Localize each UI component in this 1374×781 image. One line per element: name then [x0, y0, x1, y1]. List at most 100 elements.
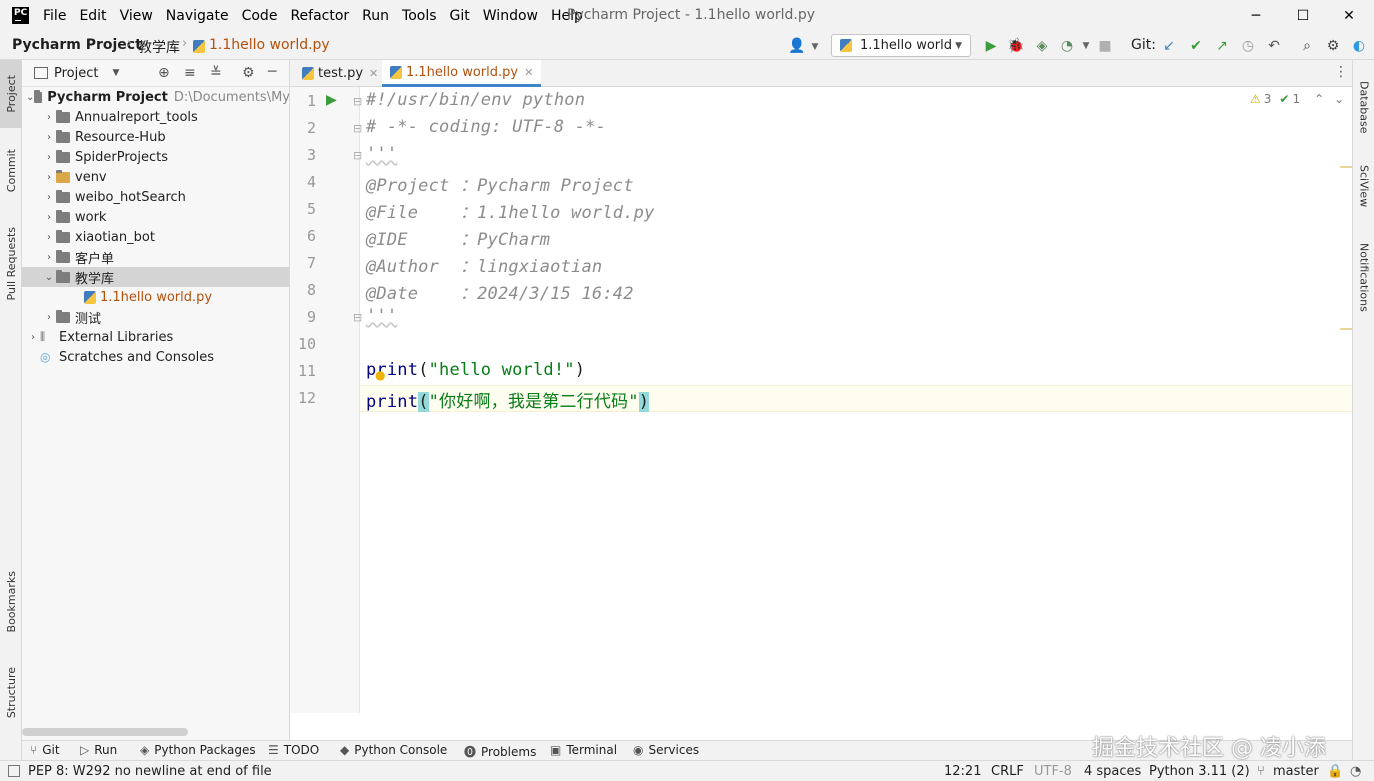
code-line[interactable]: #!/usr/bin/env python: [366, 90, 585, 110]
coverage-icon[interactable]: ◈: [1033, 37, 1051, 55]
chevron-down-icon[interactable]: ▼: [1077, 37, 1095, 55]
tree-root[interactable]: ⌄ Pycharm Project D:\Documents\My: [22, 87, 289, 107]
tool-python-packages[interactable]: ◈ Python Packages: [140, 743, 256, 757]
menu-window[interactable]: Window: [483, 8, 538, 24]
fold-icon[interactable]: ⊟: [353, 95, 362, 108]
menu-navigate[interactable]: Navigate: [166, 8, 229, 24]
profile-icon[interactable]: ◔: [1058, 37, 1076, 55]
status-message[interactable]: PEP 8: W292 no newline at end of file: [28, 764, 272, 779]
gear-icon[interactable]: ⚙: [1324, 37, 1342, 55]
caret-position[interactable]: 12:21: [944, 764, 981, 779]
chevron-right-icon[interactable]: ›: [42, 152, 56, 163]
rollback-icon[interactable]: ↶: [1265, 37, 1283, 55]
breadcrumb-file[interactable]: 1.1hello world.py: [209, 37, 330, 53]
minimize-button[interactable]: ─: [1233, 0, 1279, 31]
more-icon[interactable]: ⋮: [1334, 64, 1348, 80]
git-commit-icon[interactable]: ✔: [1187, 37, 1205, 55]
close-window-button[interactable]: ✕: [1326, 0, 1372, 31]
tool-python-console[interactable]: ◆ Python Console: [340, 743, 447, 757]
git-push-icon[interactable]: ↗: [1213, 37, 1231, 55]
pycharm-logo-icon[interactable]: PC: [12, 7, 29, 24]
chevron-down-icon[interactable]: ⌄: [1334, 92, 1344, 106]
intention-bulb-icon[interactable]: ●: [375, 368, 385, 382]
chevron-right-icon[interactable]: ›: [42, 172, 56, 183]
chevron-right-icon[interactable]: ›: [42, 212, 56, 223]
chevron-right-icon[interactable]: ›: [42, 312, 56, 323]
tree-item-file[interactable]: 1.1hello world.py: [22, 287, 289, 307]
scroll-marker[interactable]: [1340, 166, 1352, 168]
tab-hello-world-py[interactable]: 1.1hello world.py ✕: [382, 60, 542, 87]
tree-item[interactable]: › SpiderProjects: [22, 147, 289, 167]
fold-icon[interactable]: ⊟: [353, 149, 362, 162]
git-branch[interactable]: master: [1273, 764, 1319, 779]
file-encoding[interactable]: UTF-8: [1034, 764, 1072, 779]
maximize-button[interactable]: ☐: [1280, 0, 1326, 31]
menu-refactor[interactable]: Refactor: [290, 8, 349, 24]
close-icon[interactable]: ✕: [369, 67, 378, 80]
stop-icon[interactable]: ■: [1096, 37, 1114, 55]
close-icon[interactable]: ✕: [524, 66, 533, 79]
git-update-icon[interactable]: ↙: [1160, 37, 1178, 55]
tab-sciview[interactable]: SciView: [1353, 156, 1374, 216]
code-line[interactable]: @Author ：lingxiaotian: [366, 252, 602, 277]
chevron-right-icon[interactable]: ›: [42, 232, 56, 243]
run-icon[interactable]: ▶: [982, 37, 1000, 55]
tab-bookmarks[interactable]: Bookmarks: [0, 562, 22, 642]
tree-item[interactable]: › venv: [22, 167, 289, 187]
tool-services[interactable]: ◉ Services: [633, 743, 699, 757]
code-line[interactable]: # -*- coding: UTF-8 -*-: [366, 117, 606, 137]
tool-git[interactable]: ⑂ Git: [30, 743, 60, 757]
tool-terminal[interactable]: ▣ Terminal: [550, 743, 617, 757]
fold-icon[interactable]: ⊟: [353, 122, 362, 135]
history-icon[interactable]: ◷: [1239, 37, 1257, 55]
menu-file[interactable]: File: [43, 8, 66, 24]
chevron-down-icon[interactable]: ▼: [806, 38, 824, 56]
hide-panel-icon[interactable]: ─: [268, 64, 276, 80]
menu-code[interactable]: Code: [242, 8, 278, 24]
chevron-right-icon[interactable]: ›: [42, 112, 56, 123]
tab-pull-requests[interactable]: Pull Requests: [0, 218, 22, 310]
scroll-marker[interactable]: [1340, 328, 1352, 330]
run-configuration-select[interactable]: 1.1hello world ▼: [831, 34, 971, 57]
tree-item[interactable]: › Resource-Hub: [22, 127, 289, 147]
tool-todo[interactable]: ☰ TODO: [268, 743, 319, 757]
indent-setting[interactable]: 4 spaces: [1084, 764, 1141, 779]
chevron-right-icon[interactable]: ›: [42, 192, 56, 203]
chevron-up-icon[interactable]: ⌃: [1314, 92, 1324, 106]
tree-item[interactable]: › weibo_hotSearch: [22, 187, 289, 207]
menu-view[interactable]: View: [120, 8, 153, 24]
code-line[interactable]: ''': [366, 144, 397, 164]
locate-icon[interactable]: ⊕: [158, 65, 170, 81]
user-icon[interactable]: 👤: [788, 37, 806, 55]
chevron-right-icon[interactable]: ›: [42, 132, 56, 143]
chevron-right-icon[interactable]: ›: [26, 332, 40, 343]
inspection-widget[interactable]: ⚠ 3 ✔ 1 ⌃ ⌄: [1250, 92, 1344, 106]
horizontal-scrollbar[interactable]: [22, 728, 188, 736]
lock-icon[interactable]: 🔒: [1327, 764, 1343, 779]
chevron-down-icon[interactable]: ▼: [112, 68, 119, 78]
tree-item[interactable]: › 测试: [22, 307, 289, 327]
tree-external-libraries[interactable]: › ⫼ External Libraries: [22, 327, 289, 347]
jetbrains-icon[interactable]: ◐: [1350, 37, 1368, 55]
tree-item[interactable]: › xiaotian_bot: [22, 227, 289, 247]
menu-edit[interactable]: Edit: [79, 8, 106, 24]
chevron-down-icon[interactable]: ⌄: [26, 92, 34, 103]
code-line[interactable]: print("你好啊，我是第二行代码"): [366, 387, 650, 412]
expand-all-icon[interactable]: ≡: [184, 65, 196, 81]
tree-item[interactable]: › 客户单: [22, 247, 289, 267]
menu-git[interactable]: Git: [450, 8, 470, 24]
menu-tools[interactable]: Tools: [402, 8, 437, 24]
menu-run[interactable]: Run: [362, 8, 389, 24]
breadcrumb-folder[interactable]: 教学库: [138, 37, 180, 57]
tab-structure[interactable]: Structure: [0, 658, 22, 728]
python-interpreter[interactable]: Python 3.11 (2): [1149, 764, 1250, 779]
code-line[interactable]: @Project ：Pycharm Project: [366, 171, 634, 196]
chevron-down-icon[interactable]: ⌄: [42, 272, 56, 283]
toggle-tool-windows-icon[interactable]: [8, 765, 20, 777]
chevron-right-icon[interactable]: ›: [42, 252, 56, 263]
code-line[interactable]: @Date ：2024/3/15 16:42: [366, 279, 634, 304]
memory-indicator-icon[interactable]: ◔: [1350, 764, 1361, 779]
tab-database[interactable]: Database: [1353, 68, 1374, 146]
collapse-all-icon[interactable]: ≚: [210, 65, 222, 81]
tab-commit[interactable]: Commit: [0, 140, 22, 202]
